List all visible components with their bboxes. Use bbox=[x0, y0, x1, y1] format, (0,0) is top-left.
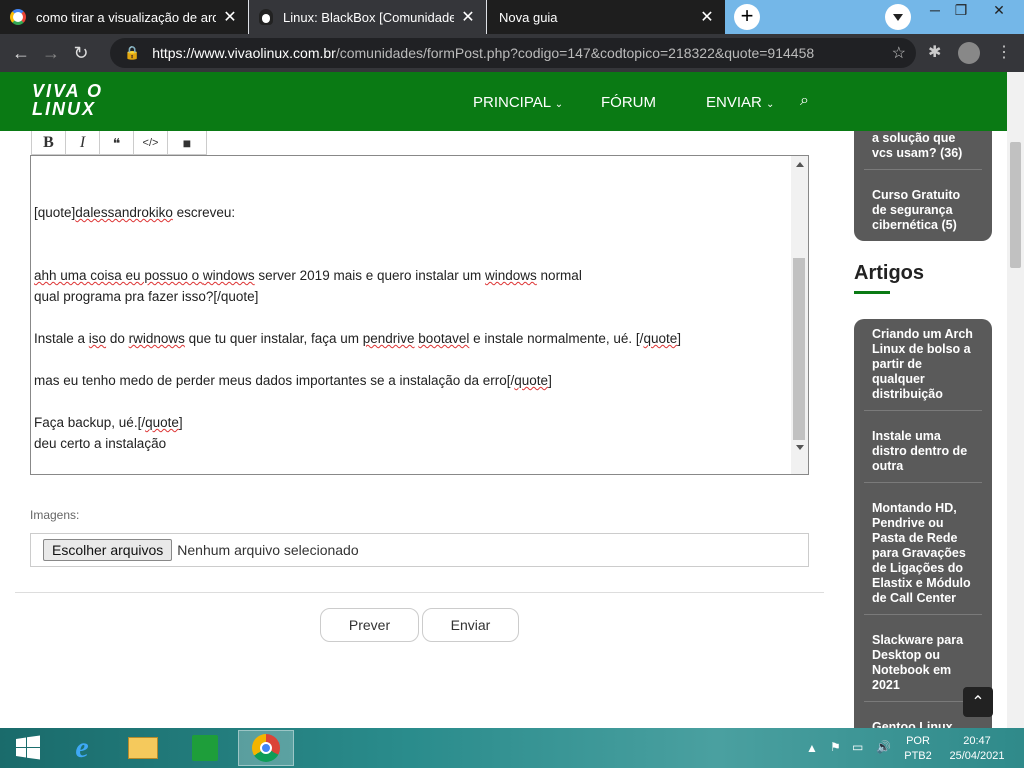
quote-button[interactable]: ❝ bbox=[100, 131, 134, 155]
google-icon bbox=[10, 9, 26, 25]
artigos-heading: Artigos bbox=[854, 262, 924, 284]
reload-button[interactable]: ↻ bbox=[66, 38, 96, 68]
window-close-button[interactable]: ✕ bbox=[984, 0, 1014, 22]
article-link[interactable]: Gentoo Linux bbox=[854, 720, 982, 728]
url-path: /comunidades/formPost.php?codigo=147&cod… bbox=[335, 45, 815, 61]
language-indicator[interactable]: POR PTB2 bbox=[900, 734, 936, 764]
chrome-icon[interactable] bbox=[238, 730, 294, 766]
search-icon[interactable]: ⌕ bbox=[800, 92, 809, 110]
article-link[interactable]: Slackware para Desktop ou Notebook em 20… bbox=[854, 633, 982, 693]
page-scrollbar[interactable] bbox=[1007, 72, 1024, 728]
back-button[interactable]: ← bbox=[6, 38, 36, 68]
address-bar[interactable]: 🔒 https://www.vivaolinux.com.br/comunida… bbox=[110, 38, 916, 68]
close-icon[interactable]: ✕ bbox=[699, 7, 715, 27]
scroll-to-top-button[interactable]: ⌃ bbox=[963, 687, 993, 717]
chevron-down-icon: ⌄ bbox=[766, 99, 775, 110]
url-prefix: https:// bbox=[152, 45, 195, 61]
tab-title: Nova guia bbox=[499, 9, 558, 25]
tab-search-button[interactable] bbox=[885, 4, 911, 30]
sidebar-topic[interactable]: Curso Gratuito de segurança cibernética … bbox=[854, 188, 982, 233]
editor-format-toolbar: B I ❝ </> ■ bbox=[31, 131, 207, 155]
forward-button[interactable]: → bbox=[36, 38, 66, 68]
menu-icon[interactable]: ⋮ bbox=[996, 42, 1012, 64]
browser-toolbar: ← → ↻ 🔒 https://www.vivaolinux.com.br/co… bbox=[0, 34, 1024, 72]
nav-principal[interactable]: PRINCIPAL ⌄ bbox=[473, 94, 563, 111]
scroll-thumb[interactable] bbox=[793, 258, 805, 440]
nav-label: FÓRUM bbox=[601, 94, 656, 111]
divider bbox=[864, 614, 982, 615]
lock-icon: 🔒 bbox=[124, 45, 141, 60]
heading-underline bbox=[854, 291, 890, 294]
extensions-icon[interactable]: ✱ bbox=[928, 42, 941, 64]
code-button[interactable]: </> bbox=[134, 131, 168, 155]
tab-title: Linux: BlackBox [Comunidade] bbox=[283, 9, 454, 25]
video-button[interactable]: ■ bbox=[168, 131, 206, 155]
logo-line2: LINUX bbox=[32, 99, 96, 119]
clock[interactable]: 20:47 25/04/2021 bbox=[945, 734, 1009, 764]
avatar[interactable] bbox=[958, 42, 980, 64]
sidebar-topic[interactable]: a solução que vcs usam? (36) bbox=[854, 131, 982, 161]
maximize-button[interactable]: ❐ bbox=[946, 0, 976, 22]
chevron-up-icon: ⌃ bbox=[971, 694, 985, 711]
title-bar-background bbox=[725, 0, 1024, 34]
choose-files-button[interactable]: Escolher arquivos bbox=[43, 539, 173, 561]
file-status: Nenhum arquivo selecionado bbox=[177, 542, 359, 558]
browser-tab-strip: como tirar a visualização de arqu ✕ Linu… bbox=[0, 0, 1024, 34]
tab-title: como tirar a visualização de arqu bbox=[36, 9, 216, 25]
nav-forum[interactable]: FÓRUM bbox=[601, 94, 656, 111]
new-tab-button[interactable]: + bbox=[734, 4, 760, 30]
textarea-scrollbar[interactable] bbox=[791, 156, 808, 474]
divider bbox=[864, 410, 982, 411]
divider bbox=[15, 592, 824, 593]
tab-new[interactable]: Nova guia ✕ bbox=[487, 0, 725, 34]
sidebar-topics-card: a solução que vcs usam? (36) Curso Gratu… bbox=[854, 131, 992, 241]
close-icon[interactable]: ✕ bbox=[460, 7, 476, 27]
close-icon[interactable]: ✕ bbox=[222, 7, 238, 27]
file-input[interactable]: Escolher arquivos Nenhum arquivo selecio… bbox=[30, 533, 809, 567]
tux-icon bbox=[259, 9, 273, 25]
nav-label: PRINCIPAL bbox=[473, 94, 551, 111]
tab-google-search[interactable]: como tirar a visualização de arqu ✕ bbox=[0, 0, 248, 34]
nav-enviar[interactable]: ENVIAR ⌄ bbox=[706, 94, 774, 111]
nav-label: ENVIAR bbox=[706, 94, 762, 111]
bold-button[interactable]: B bbox=[32, 131, 66, 155]
tab-vivaolinux[interactable]: Linux: BlackBox [Comunidade] ✕ bbox=[249, 0, 486, 34]
logo-line1: VIVA O bbox=[32, 81, 104, 101]
internet-explorer-icon[interactable]: e bbox=[54, 730, 110, 766]
divider bbox=[864, 169, 982, 170]
scroll-up-arrow[interactable] bbox=[796, 162, 804, 167]
bookmark-star-icon[interactable]: ☆ bbox=[892, 43, 906, 63]
italic-button[interactable]: I bbox=[66, 131, 100, 155]
send-button[interactable]: Enviar bbox=[422, 608, 519, 642]
network-icon[interactable]: ▭ bbox=[852, 740, 863, 755]
article-link[interactable]: Montando HD, Pendrive ou Pasta de Rede p… bbox=[854, 501, 982, 606]
url-host: www.vivaolinux.com.br bbox=[194, 45, 336, 61]
divider bbox=[864, 482, 982, 483]
windows-taskbar: e ▲ ⚑ ▭ 🔊 POR PTB2 20:47 25/04/2021 bbox=[0, 728, 1024, 768]
scroll-down-arrow[interactable] bbox=[796, 445, 804, 450]
sidebar-articles-card: Criando um Arch Linux de bolso a partir … bbox=[854, 319, 992, 728]
page-scroll-thumb[interactable] bbox=[1010, 142, 1021, 268]
message-textarea[interactable]: [quote]dalessandrokiko escreveu: ahh uma… bbox=[30, 155, 809, 475]
preview-button[interactable]: Prever bbox=[320, 608, 419, 642]
show-hidden-icons-icon[interactable]: ▲ bbox=[806, 741, 818, 756]
volume-icon[interactable]: 🔊 bbox=[876, 740, 891, 755]
article-link[interactable]: Instale uma distro dentro de outra bbox=[854, 429, 982, 474]
windows-start-icon[interactable] bbox=[0, 730, 56, 766]
site-logo[interactable]: VIVA O LINUX bbox=[32, 82, 103, 118]
store-icon[interactable] bbox=[177, 730, 233, 766]
message-content: [quote]dalessandrokiko escreveu: ahh uma… bbox=[34, 205, 681, 451]
images-label: Imagens: bbox=[30, 508, 80, 522]
site-header: VIVA O LINUX PRINCIPAL ⌄ FÓRUM ENVIAR ⌄ … bbox=[0, 72, 1007, 131]
flag-icon[interactable]: ⚑ bbox=[830, 740, 841, 755]
article-link[interactable]: Criando um Arch Linux de bolso a partir … bbox=[854, 327, 982, 402]
chevron-down-icon: ⌄ bbox=[554, 99, 564, 110]
file-explorer-icon[interactable] bbox=[115, 730, 171, 766]
